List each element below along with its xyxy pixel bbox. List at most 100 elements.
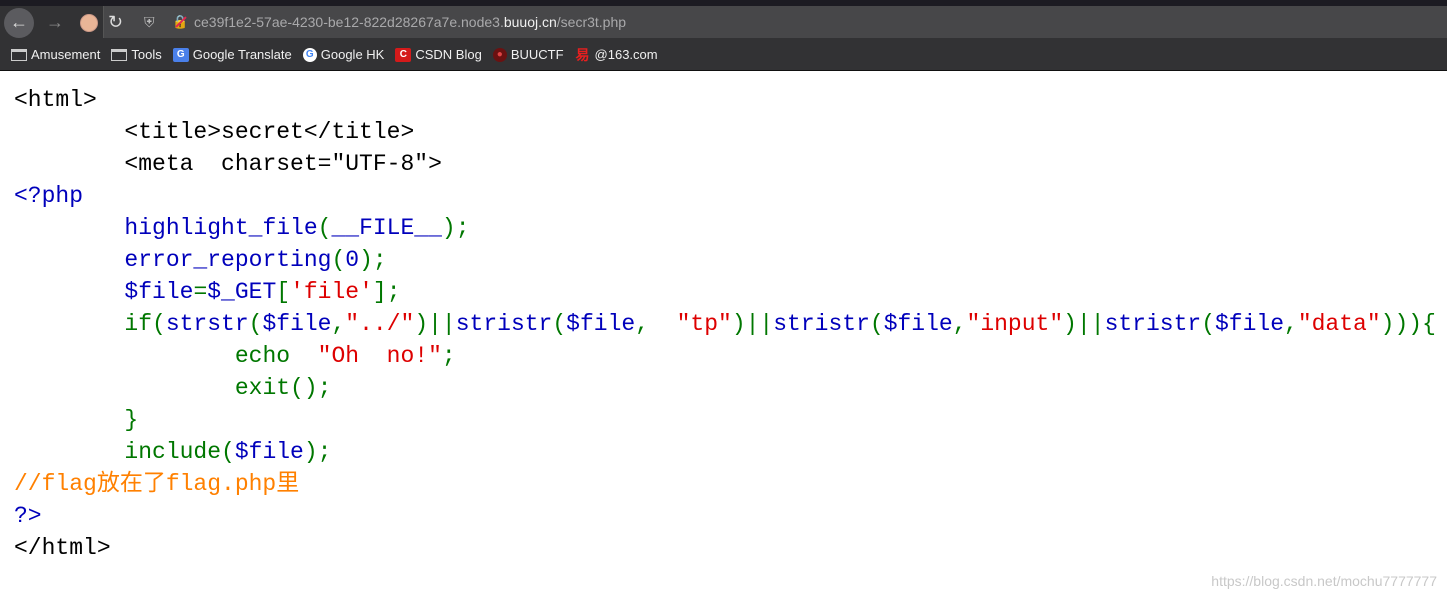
folder-icon: [111, 48, 128, 61]
code-token-keyword: ))){: [1380, 311, 1436, 337]
code-line: echo "Oh no!";: [14, 340, 1436, 372]
code-token-default: $file: [14, 279, 194, 305]
reload-icon: ↻: [108, 12, 124, 32]
code-token-string: "tp": [676, 311, 732, 337]
address-bar[interactable]: ⛨ 🔒 ce39f1e2-57ae-4230-be12-822d28267a7e…: [103, 6, 1447, 38]
watermark: https://blog.csdn.net/mochu7777777: [1211, 573, 1437, 589]
bookmarks-bar: Amusement Tools G Google Translate G Googl…: [0, 39, 1447, 71]
code-token-keyword: )||: [731, 311, 774, 337]
code-token-keyword: );: [441, 215, 470, 241]
code-token-keyword: }: [14, 407, 139, 433]
code-token-string: "data": [1297, 311, 1381, 337]
code-line: <html>: [14, 84, 1436, 116]
code-token-default: highlight_file: [14, 215, 318, 241]
code-token-default: 0: [345, 247, 360, 273]
shield-icon[interactable]: ⛨: [144, 14, 164, 31]
code-line: include($file);: [14, 436, 1436, 468]
netease-icon: 易: [575, 46, 590, 63]
url-path: /secr3t.php: [556, 14, 627, 30]
code-token-keyword: ];: [372, 279, 401, 305]
code-token-string: "../": [345, 311, 415, 337]
bookmark-google-translate[interactable]: G Google Translate: [172, 47, 292, 62]
bookmark-label: Amusement: [31, 47, 101, 62]
bookmark-label: BUUCTF: [510, 47, 564, 62]
code-token-keyword: =: [193, 279, 208, 305]
code-token-html: <meta charset="UTF-8">: [14, 151, 442, 177]
url-prefix: ce39f1e2-57ae-4230-be12-822d28267a7e.nod…: [194, 14, 504, 30]
code-token-string: 'file': [290, 279, 373, 305]
code-line: <?php: [14, 180, 1436, 212]
bookmark-label: Google Translate: [192, 47, 292, 62]
arrow-right-icon: →: [46, 12, 64, 32]
code-line: exit();: [14, 372, 1436, 404]
code-line: ?>: [14, 500, 1436, 532]
code-token-default: <?php: [14, 183, 84, 209]
code-token-default: error_reporting: [14, 247, 332, 273]
bookmark-tools[interactable]: Tools: [111, 47, 162, 62]
profile-avatar[interactable]: [80, 13, 98, 32]
code-token-keyword: ;: [441, 343, 456, 369]
code-token-html: <title>secret</title>: [14, 119, 415, 145]
code-token-keyword: ,: [331, 311, 346, 337]
url-host: buuoj.cn: [503, 14, 557, 30]
url-text[interactable]: ce39f1e2-57ae-4230-be12-822d28267a7e.nod…: [194, 14, 626, 30]
insecure-lock-icon[interactable]: 🔒: [172, 14, 190, 30]
bookmark-google-hk[interactable]: G Google HK: [302, 47, 385, 62]
bookmark-label: Google HK: [320, 47, 385, 62]
buuctf-icon: ●: [492, 47, 507, 62]
code-token-keyword: )||: [414, 311, 456, 337]
code-token-keyword: include(: [14, 439, 235, 465]
code-token-keyword: exit();: [14, 375, 332, 401]
code-line: }: [14, 404, 1436, 436]
code-token-keyword: (: [1201, 311, 1215, 337]
code-token-keyword: (: [317, 215, 332, 241]
code-token-keyword: );: [359, 247, 387, 273]
code-token-default: stristr: [455, 311, 553, 337]
code-token-default: stristr: [773, 311, 870, 337]
code-token-keyword: ,: [952, 311, 967, 337]
code-line: <title>secret</title>: [14, 116, 1436, 148]
code-token-keyword: ,: [1284, 311, 1298, 337]
code-token-keyword: [: [276, 279, 291, 305]
code-token-string: "Oh no!": [317, 343, 442, 369]
code-token-keyword: ,: [635, 311, 677, 337]
code-token-default: $file: [566, 311, 636, 337]
bookmark-label: Tools: [131, 47, 162, 62]
code-token-keyword: if(: [14, 311, 166, 337]
code-token-comment: //flag放在了flag.php里: [14, 471, 300, 497]
google-translate-icon: G: [172, 47, 189, 62]
folder-icon: [11, 48, 27, 61]
forward-button[interactable]: →: [40, 8, 70, 38]
code-token-keyword: (: [331, 247, 346, 273]
code-token-keyword: (: [552, 311, 567, 337]
highlighted-source-code: <html> <title>secret</title> <meta chars…: [14, 84, 1436, 564]
code-token-default: strstr: [165, 311, 249, 337]
navigation-bar: ← → ⛨ 🔒 ce39f1e2-57ae-4230-be12-822d2826…: [0, 6, 1447, 39]
arrow-left-icon: ←: [10, 12, 28, 32]
code-token-default: stristr: [1104, 311, 1202, 337]
code-token-keyword: )||: [1063, 311, 1105, 337]
code-token-default: $file: [262, 311, 332, 337]
code-token-default: __FILE__: [331, 215, 442, 241]
code-line: <meta charset="UTF-8">: [14, 148, 1436, 180]
code-token-keyword: (: [869, 311, 884, 337]
bookmark-163[interactable]: 易 @163.com: [575, 46, 658, 63]
code-token-keyword: (: [248, 311, 263, 337]
code-token-default: $file: [234, 439, 304, 465]
bookmark-amusement[interactable]: Amusement: [11, 47, 100, 62]
back-button[interactable]: ←: [4, 7, 34, 38]
code-token-html: </html>: [14, 535, 111, 561]
code-line: //flag放在了flag.php里: [14, 468, 1436, 500]
bookmark-label: CSDN Blog: [415, 47, 482, 62]
reload-button[interactable]: ↻: [108, 12, 123, 33]
bookmark-csdn-blog[interactable]: C CSDN Blog: [395, 47, 482, 62]
csdn-icon: C: [395, 47, 412, 62]
code-token-default: $file: [1215, 311, 1285, 337]
google-icon: G: [302, 47, 317, 62]
bookmark-buuctf[interactable]: ● BUUCTF: [492, 47, 564, 62]
code-token-keyword: echo: [14, 343, 318, 369]
code-line: if(strstr($file,"../")||stristr($file, "…: [14, 308, 1436, 340]
code-token-default: $file: [883, 311, 953, 337]
code-token-keyword: );: [303, 439, 332, 465]
bookmark-label: @163.com: [594, 47, 658, 62]
